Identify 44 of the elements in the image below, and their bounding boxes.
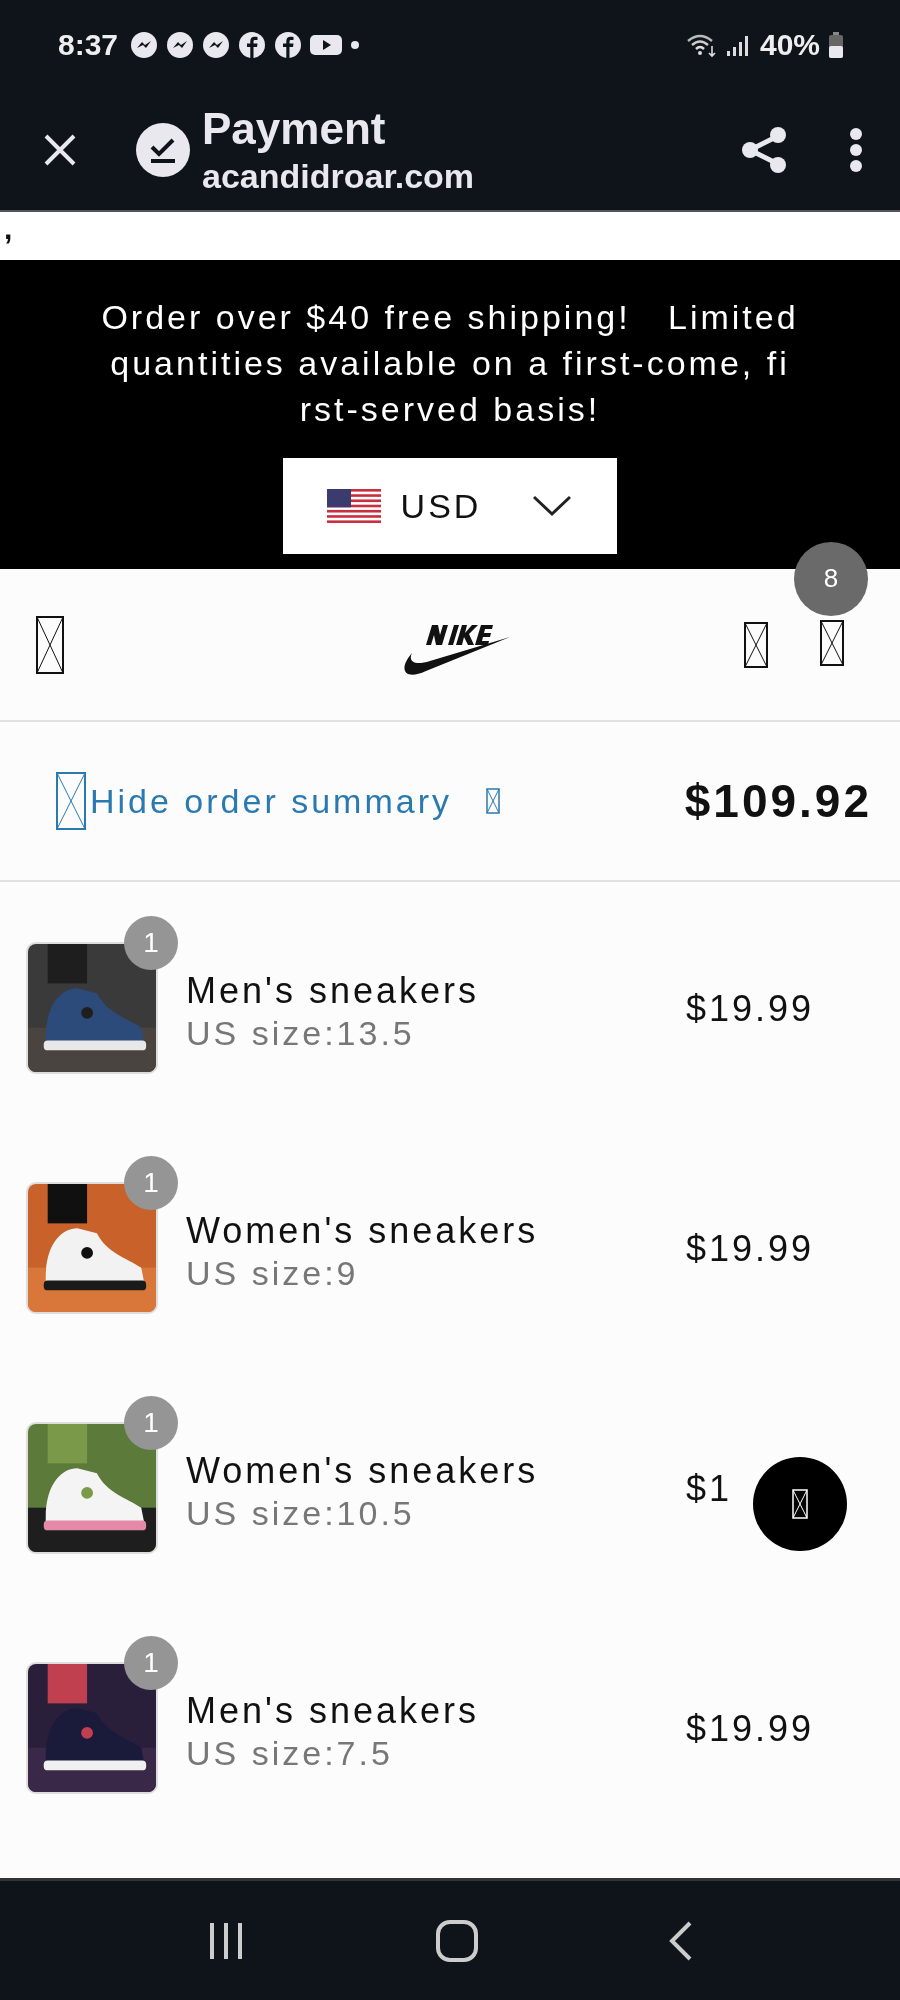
product-price: $19.99 <box>686 988 815 1031</box>
quantity-badge: 1 <box>124 1636 178 1691</box>
product-name: Men's sneakers <box>186 970 480 1013</box>
product-price: $19.99 <box>686 1228 815 1271</box>
facebook-icon <box>238 30 267 59</box>
product-price: $1 <box>686 1468 733 1511</box>
product-name: Men's sneakers <box>186 1690 480 1733</box>
messenger-icon <box>202 30 231 59</box>
quantity-badge: 1 <box>124 1396 178 1451</box>
page-url: acandidroar.com <box>202 155 476 197</box>
menu-button[interactable] <box>848 125 864 174</box>
page-title: Payment <box>202 102 387 155</box>
secure-check-icon[interactable] <box>136 122 190 177</box>
messenger-icon <box>166 30 195 59</box>
missing-glyph-icon <box>792 1489 808 1520</box>
missing-glyph-icon[interactable] <box>820 619 844 666</box>
order-total: $109.92 <box>684 774 872 829</box>
product-name: Women's sneakers <box>186 1450 540 1493</box>
product-variant: US size:7.5 <box>186 1733 394 1775</box>
flag-icon <box>326 489 381 524</box>
product-name: Women's sneakers <box>186 1210 540 1253</box>
dot-icon <box>350 39 361 50</box>
product-price: $19.99 <box>686 1708 815 1751</box>
missing-glyph-icon[interactable] <box>744 621 768 668</box>
product-variant: US size:9 <box>186 1253 360 1295</box>
hide-summary-toggle[interactable]: Hide order summary <box>56 772 500 831</box>
battery-percent: 40% <box>759 27 820 62</box>
quantity-badge: 1 <box>124 916 178 971</box>
video-icon <box>310 32 343 57</box>
home-button[interactable] <box>435 1918 479 1963</box>
missing-glyph-icon[interactable] <box>36 615 64 674</box>
stray-text: , <box>4 212 13 246</box>
product-variant: US size:13.5 <box>186 1013 416 1055</box>
shipping-message: Order over $40 free shipping! Limited quantities available on a first-come, fi rst-served basis! <box>101 297 799 431</box>
product-variant: US size:10.5 <box>186 1493 416 1535</box>
quantity-badge: 1 <box>124 1156 178 1211</box>
missing-glyph-icon <box>56 772 86 831</box>
status-time: 8:37 <box>58 27 119 62</box>
currency-selector[interactable]: USD <box>283 458 617 555</box>
messenger-icon <box>130 30 159 59</box>
facebook-icon <box>274 30 303 59</box>
battery-icon <box>828 31 844 58</box>
chevron-down-icon <box>531 494 574 519</box>
missing-glyph-icon <box>486 788 500 815</box>
